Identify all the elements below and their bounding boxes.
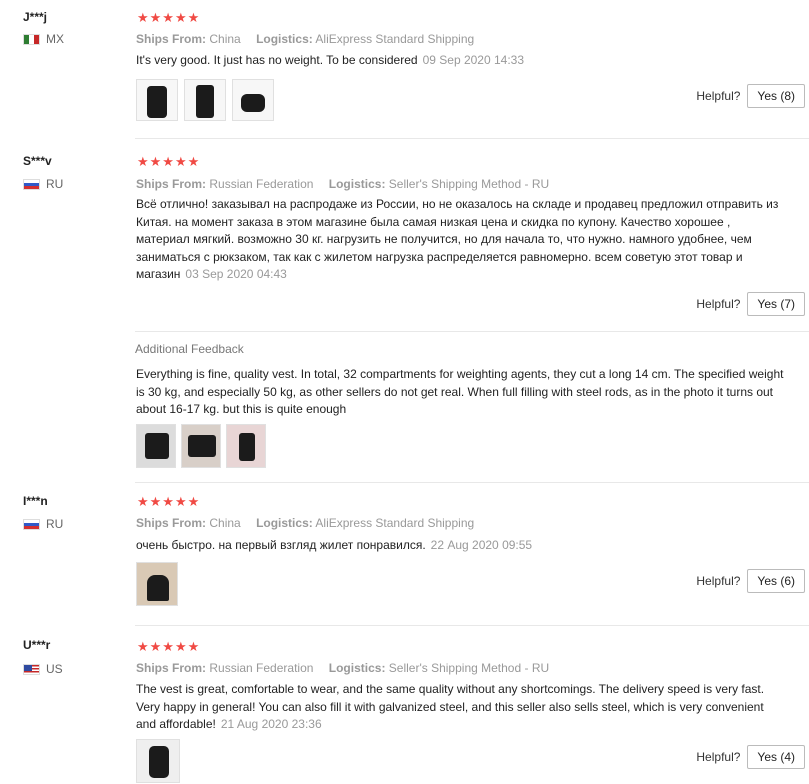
shipping-info: Ships From: Russian Federation Logistics… bbox=[136, 661, 549, 675]
star-rating: ★★★★★ bbox=[137, 10, 201, 25]
helpful-yes-button[interactable]: Yes (4) bbox=[747, 745, 805, 769]
reviewer-country: US bbox=[23, 662, 63, 676]
review-divider bbox=[135, 625, 809, 626]
helpful-vote: Helpful? Yes (8) bbox=[696, 84, 805, 108]
review-body: It's very good. It just has no weight. T… bbox=[136, 53, 418, 67]
country-code: MX bbox=[46, 32, 64, 46]
review-date: 09 Sep 2020 14:33 bbox=[422, 53, 525, 67]
ships-from-value: Russian Federation bbox=[209, 661, 314, 675]
logistics-label: Logistics: bbox=[256, 32, 313, 46]
review-photo-thumbnail[interactable] bbox=[226, 424, 266, 468]
reviewer-country: MX bbox=[23, 32, 64, 46]
shipping-info: Ships From: China Logistics: AliExpress … bbox=[136, 32, 474, 46]
reviewer-name: J***j bbox=[23, 10, 48, 24]
logistics-label: Logistics: bbox=[256, 516, 313, 530]
helpful-label: Helpful? bbox=[696, 89, 741, 103]
review-date: 21 Aug 2020 23:36 bbox=[220, 717, 322, 731]
logistics-value: Seller's Shipping Method - RU bbox=[388, 661, 550, 675]
review-photo-thumbnail[interactable] bbox=[184, 79, 226, 121]
review-text: The vest is great, comfortable to wear, … bbox=[136, 681, 786, 734]
review-photo-thumbnail[interactable] bbox=[181, 424, 221, 468]
review-photo-thumbnail[interactable] bbox=[136, 424, 176, 468]
helpful-yes-button[interactable]: Yes (6) bbox=[747, 569, 805, 593]
helpful-yes-button[interactable]: Yes (8) bbox=[747, 84, 805, 108]
review-text: Всё отлично! заказывал на распродаже из … bbox=[136, 196, 786, 284]
ships-from-label: Ships From: bbox=[136, 32, 207, 46]
review-photo-thumbnail[interactable] bbox=[136, 739, 180, 783]
review-photo-thumbnail[interactable] bbox=[136, 562, 178, 606]
russia-flag-icon bbox=[23, 178, 40, 190]
mexico-flag-icon bbox=[23, 33, 40, 45]
reviewer-name: S***v bbox=[23, 154, 52, 168]
helpful-vote: Helpful? Yes (7) bbox=[696, 292, 805, 316]
additional-feedback-divider bbox=[135, 331, 809, 332]
reviewer-name: I***n bbox=[23, 494, 48, 508]
star-rating: ★★★★★ bbox=[137, 154, 201, 169]
reviewer-country: RU bbox=[23, 177, 63, 191]
helpful-vote: Helpful? Yes (6) bbox=[696, 569, 805, 593]
ships-from-value: China bbox=[209, 516, 241, 530]
helpful-label: Helpful? bbox=[696, 574, 741, 588]
review-photos bbox=[136, 739, 180, 783]
review-divider bbox=[135, 138, 809, 139]
review-date: 03 Sep 2020 04:43 bbox=[185, 267, 287, 281]
country-code: US bbox=[46, 662, 63, 676]
review-photo-thumbnail[interactable] bbox=[136, 79, 178, 121]
logistics-value: Seller's Shipping Method - RU bbox=[388, 177, 550, 191]
country-code: RU bbox=[46, 177, 64, 191]
russia-flag-icon bbox=[23, 518, 40, 530]
helpful-label: Helpful? bbox=[696, 297, 741, 311]
review-photo-thumbnail[interactable] bbox=[232, 79, 274, 121]
review-date: 22 Aug 2020 09:55 bbox=[430, 538, 533, 552]
review-body: очень быстро. на первый взгляд жилет пон… bbox=[136, 538, 426, 552]
logistics-label: Logistics: bbox=[328, 177, 386, 191]
helpful-label: Helpful? bbox=[696, 750, 741, 764]
additional-feedback-text: Everything is fine, quality vest. In tot… bbox=[136, 367, 784, 416]
star-rating: ★★★★★ bbox=[137, 494, 201, 509]
helpful-yes-button[interactable]: Yes (7) bbox=[747, 292, 805, 316]
additional-feedback-photos bbox=[136, 424, 266, 468]
helpful-vote: Helpful? Yes (4) bbox=[696, 745, 805, 769]
reviewer-name: U***r bbox=[23, 638, 51, 652]
review-text: It's very good. It just has no weight. T… bbox=[136, 52, 796, 70]
shipping-info: Ships From: China Logistics: AliExpress … bbox=[136, 516, 474, 530]
country-code: RU bbox=[46, 517, 64, 531]
reviewer-country: RU bbox=[23, 517, 63, 531]
ships-from-label: Ships From: bbox=[136, 661, 207, 675]
logistics-value: AliExpress Standard Shipping bbox=[315, 516, 475, 530]
logistics-label: Logistics: bbox=[328, 661, 386, 675]
review-text: очень быстро. на первый взгляд жилет пон… bbox=[136, 537, 786, 555]
shipping-info: Ships From: Russian Federation Logistics… bbox=[136, 177, 549, 191]
review-photos bbox=[136, 79, 274, 121]
ships-from-label: Ships From: bbox=[136, 516, 207, 530]
star-rating: ★★★★★ bbox=[137, 639, 201, 654]
additional-feedback-heading: Additional Feedback bbox=[135, 342, 244, 356]
review-divider bbox=[135, 482, 809, 483]
ships-from-label: Ships From: bbox=[136, 177, 207, 191]
ships-from-value: China bbox=[209, 32, 241, 46]
logistics-value: AliExpress Standard Shipping bbox=[315, 32, 475, 46]
review-photos bbox=[136, 562, 178, 606]
usa-flag-icon bbox=[23, 663, 40, 675]
ships-from-value: Russian Federation bbox=[209, 177, 314, 191]
